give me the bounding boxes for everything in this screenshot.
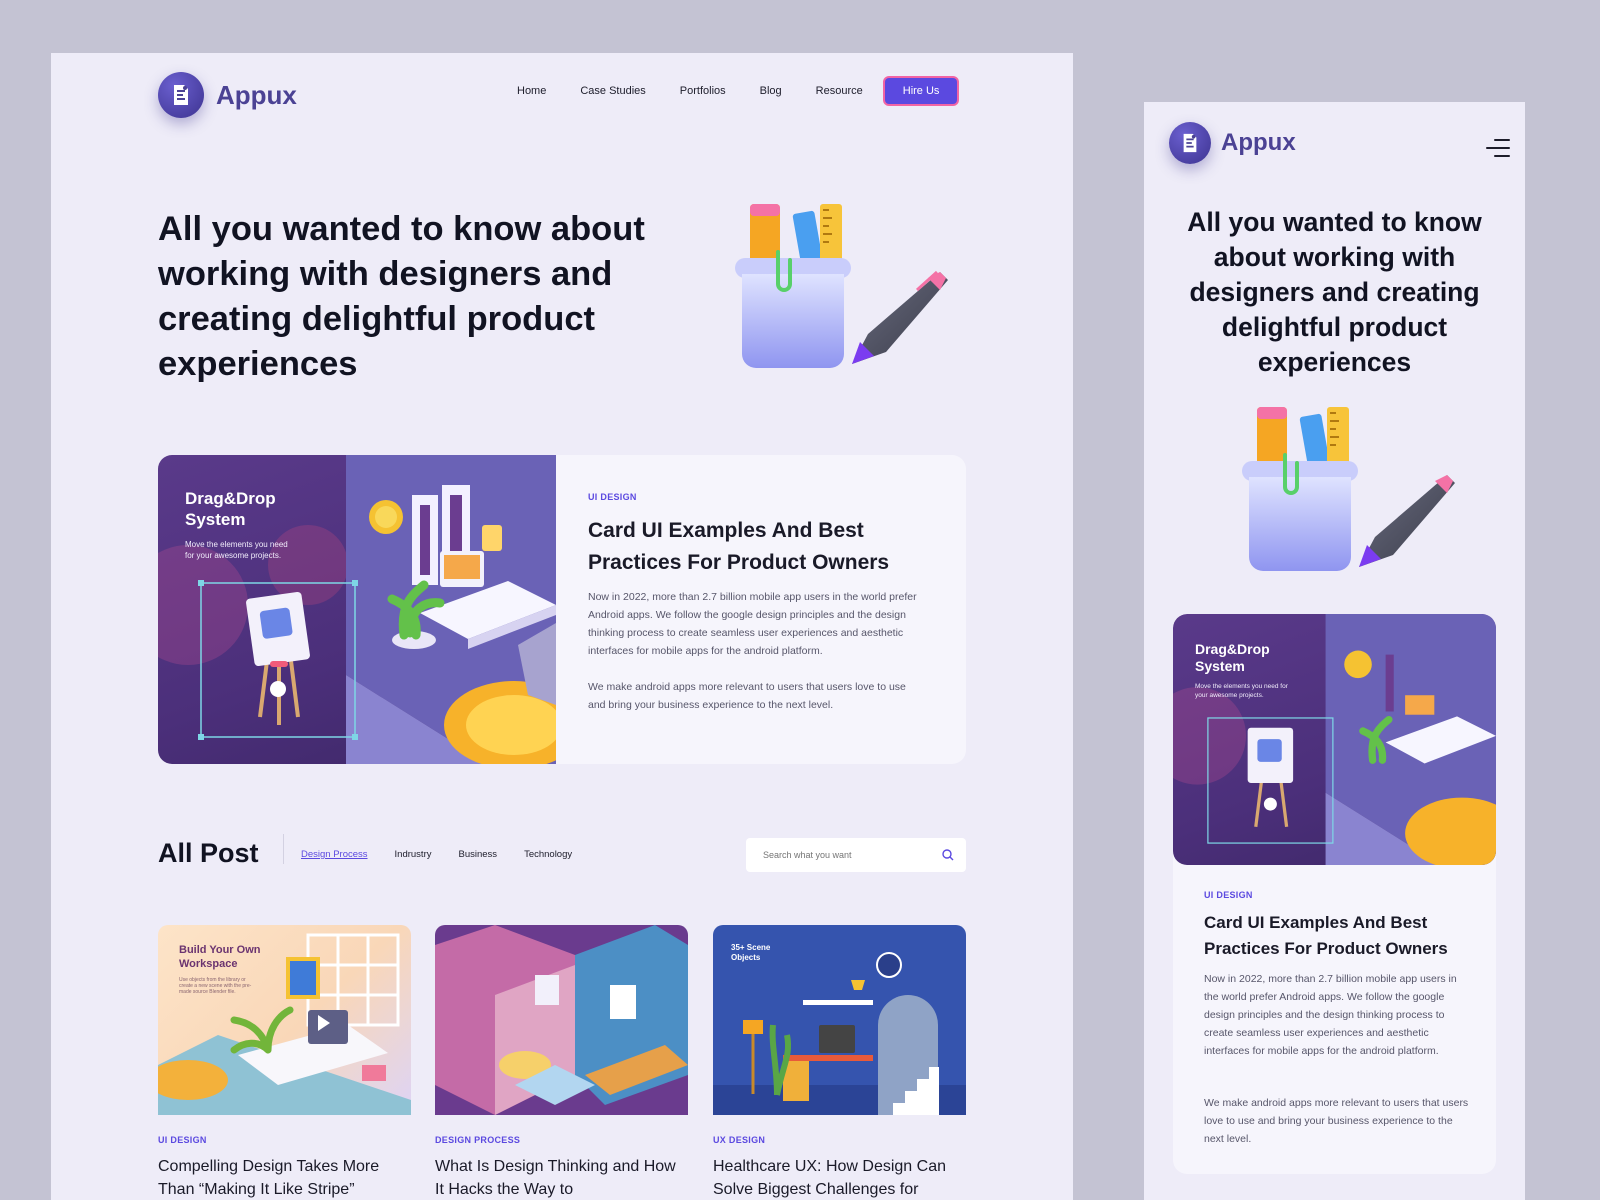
- post-thumbnail: [435, 925, 688, 1115]
- post-category: DESIGN PROCESS: [435, 1135, 521, 1145]
- nav-blog[interactable]: Blog: [760, 85, 782, 97]
- rooms-illustration: [435, 925, 688, 1115]
- logo-mark-icon: [158, 72, 204, 118]
- main-nav: Home Case Studies Portfolios Blog Resour…: [517, 78, 958, 104]
- art-subtitle: Move the elements you need for your awes…: [1195, 683, 1288, 699]
- hero-title: All you wanted to know about working wit…: [1187, 207, 1482, 377]
- heading-divider: [283, 834, 284, 864]
- nav-resource[interactable]: Resource: [816, 85, 863, 97]
- art-title: Drag&Drop System: [185, 489, 276, 529]
- featured-body-2: We make android apps more relevant to us…: [1204, 1097, 1469, 1145]
- thumb-subtitle: Use objects from the library or create a…: [179, 977, 252, 995]
- post-category: UI DESIGN: [158, 1135, 207, 1145]
- filter-industry[interactable]: Indrustry: [395, 849, 432, 860]
- brand-name: Appux: [216, 79, 297, 110]
- featured-card-image: Drag&Drop System Move the elements you n…: [158, 455, 556, 764]
- filter-business[interactable]: Business: [459, 849, 498, 860]
- featured-body-1: Now in 2022, more than 2.7 billion mobil…: [588, 591, 917, 657]
- post-category: UX DESIGN: [713, 1135, 766, 1145]
- desktop-frame: Appux Home Case Studies Portfolios Blog …: [51, 53, 1073, 1200]
- featured-category: UI DESIGN: [588, 492, 637, 502]
- stationery-illustration: [735, 204, 948, 368]
- hero-title: All you wanted to know about working wit…: [158, 210, 645, 383]
- mobile-frame: Appux All you wanted to know about worki…: [1144, 102, 1525, 1200]
- search-icon[interactable]: [942, 849, 954, 861]
- nav-case-studies[interactable]: Case Studies: [580, 85, 645, 97]
- thumb-title: 35+ Scene Objects: [731, 943, 771, 962]
- art-subtitle: Move the elements you need for your awes…: [185, 540, 288, 560]
- post-thumbnail: Build Your Own Workspace Use objects fro…: [158, 925, 411, 1115]
- stationery-illustration: [1242, 407, 1455, 571]
- search-input[interactable]: [763, 850, 942, 860]
- all-post-heading: All Post: [158, 838, 259, 868]
- post-title[interactable]: Compelling Design Takes More Than “Makin…: [158, 1155, 411, 1200]
- post-card[interactable]: DESIGN PROCESS What Is Design Thinking a…: [435, 925, 688, 1200]
- post-card[interactable]: Build Your Own Workspace Use objects fro…: [158, 925, 411, 1200]
- brand-logo[interactable]: Appux: [158, 72, 297, 118]
- featured-body-2: We make android apps more relevant to us…: [588, 681, 906, 711]
- filter-design-process[interactable]: Design Process: [301, 849, 368, 860]
- featured-title[interactable]: Card UI Examples And Best Practices For …: [1204, 910, 1479, 962]
- post-title[interactable]: Healthcare UX: How Design Can Solve Bigg…: [713, 1155, 966, 1200]
- brand-logo[interactable]: Appux: [1169, 122, 1296, 164]
- featured-card[interactable]: Drag&Drop System Move the elements you n…: [158, 455, 966, 764]
- featured-title[interactable]: Card UI Examples And Best Practices For …: [588, 515, 918, 579]
- thumb-title: Build Your Own Workspace: [179, 944, 261, 970]
- filter-technology[interactable]: Technology: [524, 849, 572, 860]
- nav-portfolios[interactable]: Portfolios: [680, 85, 726, 97]
- post-thumbnail: 35+ Scene Objects: [713, 925, 966, 1115]
- featured-body-1: Now in 2022, more than 2.7 billion mobil…: [1204, 973, 1457, 1057]
- nav-home[interactable]: Home: [517, 85, 546, 97]
- art-title: Drag&Drop System: [1195, 641, 1270, 674]
- logo-mark-icon: [1169, 122, 1211, 164]
- hamburger-menu-icon[interactable]: [1486, 139, 1510, 163]
- featured-card[interactable]: Drag&Drop System Move the elements you n…: [1173, 614, 1496, 1174]
- post-card[interactable]: 35+ Scene Objects UX DESIGN Healthcare U…: [713, 925, 966, 1200]
- hire-us-button[interactable]: Hire Us: [884, 78, 958, 104]
- post-filters: Design Process Indrustry Business Techno…: [301, 849, 599, 860]
- post-title[interactable]: What Is Design Thinking and How It Hacks…: [435, 1155, 688, 1200]
- search-box: [746, 838, 966, 872]
- brand-name: Appux: [1221, 129, 1296, 156]
- featured-category: UI DESIGN: [1204, 890, 1253, 900]
- featured-card-image: Drag&Drop System Move the elements you n…: [1173, 614, 1496, 865]
